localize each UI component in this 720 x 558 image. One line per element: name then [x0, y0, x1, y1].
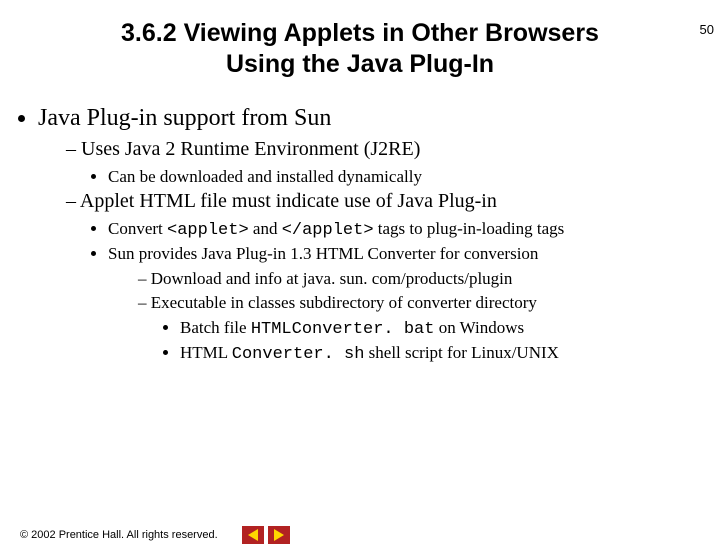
- code-applet-close: </applet>: [282, 221, 374, 240]
- copyright-text: © 2002 Prentice Hall. All rights reserve…: [20, 529, 218, 541]
- bullet-text: on Windows: [434, 318, 524, 337]
- bullet-text: Uses Java 2 Runtime Environment (J2RE): [81, 138, 420, 160]
- bullet-text: Executable in classes subdirectory of co…: [151, 293, 537, 312]
- bullet-text: shell script for Linux/UNIX: [364, 343, 559, 362]
- bullet-text: Sun provides Java Plug-in 1.3 HTML Conve…: [108, 244, 538, 263]
- bullet-l3: Convert <applet> and </applet> tags to p…: [108, 218, 720, 241]
- bullet-text: and: [249, 219, 282, 238]
- nav-arrows: [242, 526, 290, 544]
- bullet-text: Download and info at java. sun. com/prod…: [151, 269, 513, 288]
- bullet-l5: HTML Converter. sh shell script for Linu…: [180, 342, 720, 365]
- bullet-text: Batch file: [180, 318, 251, 337]
- bullet-text: Convert: [108, 219, 167, 238]
- bullet-l3: Can be downloaded and installed dynamica…: [108, 166, 720, 187]
- bullet-text: Applet HTML file must indicate use of Ja…: [80, 190, 497, 212]
- footer: © 2002 Prentice Hall. All rights reserve…: [20, 526, 290, 544]
- bullet-l2: Uses Java 2 Runtime Environment (J2RE) C…: [66, 137, 720, 187]
- bullet-list: Java Plug-in support from Sun Uses Java …: [38, 103, 720, 366]
- bullet-text: HTML: [180, 343, 232, 362]
- bullet-l2: Applet HTML file must indicate use of Ja…: [66, 189, 720, 366]
- next-slide-button[interactable]: [268, 526, 290, 544]
- title-line-1: 3.6.2 Viewing Applets in Other Browsers: [121, 19, 599, 47]
- page-number: 50: [700, 22, 714, 37]
- bullet-text: tags to plug-in-loading tags: [374, 219, 565, 238]
- code-bat-file: HTMLConverter. bat: [251, 320, 435, 339]
- code-sh-file: Converter. sh: [232, 345, 365, 364]
- bullet-l1: Java Plug-in support from Sun Uses Java …: [38, 103, 720, 366]
- bullet-text: Java Plug-in support from Sun: [38, 105, 331, 131]
- code-applet-open: <applet>: [167, 221, 249, 240]
- arrow-right-icon: [274, 529, 284, 541]
- bullet-l5: Batch file HTMLConverter. bat on Windows: [180, 317, 720, 340]
- bullet-text: Can be downloaded and installed dynamica…: [108, 167, 422, 186]
- bullet-l4: Executable in classes subdirectory of co…: [138, 292, 720, 366]
- slide-title: 3.6.2 Viewing Applets in Other Browsers …: [70, 18, 650, 81]
- bullet-l3: Sun provides Java Plug-in 1.3 HTML Conve…: [108, 243, 720, 365]
- prev-slide-button[interactable]: [242, 526, 264, 544]
- bullet-l4: Download and info at java. sun. com/prod…: [138, 268, 720, 289]
- title-line-2: Using the Java Plug-In: [226, 50, 494, 78]
- arrow-left-icon: [248, 529, 258, 541]
